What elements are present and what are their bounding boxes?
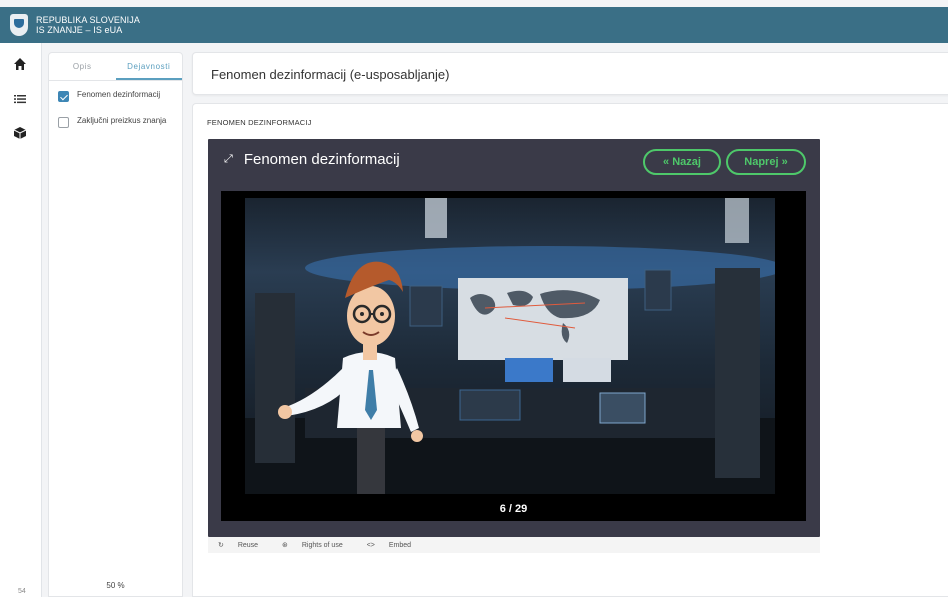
rights-link[interactable]: ⊛ Rights of use xyxy=(282,541,355,549)
list-icon[interactable] xyxy=(13,92,27,106)
tab-opis[interactable]: Opis xyxy=(49,53,116,80)
activity-label: Zaključni preizkus znanja xyxy=(77,116,167,125)
embed-link[interactable]: <> Embed xyxy=(367,542,423,549)
slide-counter: 6 / 29 xyxy=(499,503,528,515)
home-icon[interactable] xyxy=(13,57,27,71)
reuse-icon: ↻ xyxy=(218,542,226,549)
activity-checkbox-unchecked[interactable] xyxy=(58,117,69,128)
brand: REPUBLIKA SLOVENIJA IS ZNANJE – IS eUA xyxy=(36,15,140,35)
activity-item-fenomen[interactable]: Fenomen dezinformacij xyxy=(49,90,182,102)
rights-label: Rights of use xyxy=(301,542,343,549)
embed-icon: <> xyxy=(366,541,377,549)
brand-line-2: IS ZNANJE – IS eUA xyxy=(36,25,123,35)
next-button[interactable]: Naprej » xyxy=(726,149,806,175)
activity-checkbox-checked[interactable] xyxy=(58,91,69,102)
page-title-card: Fenomen dezinformacij (e-usposabljanje) xyxy=(192,52,948,95)
package-icon[interactable] xyxy=(13,126,27,140)
player-title: Fenomen dezinformacij xyxy=(243,151,400,168)
fullscreen-icon[interactable]: ⤢ xyxy=(224,153,233,166)
player-title-row: ⤢ Fenomen dezinformacij xyxy=(224,151,400,168)
section-title: FENOMEN DEZINFORMACIJ xyxy=(207,118,312,127)
slide-illustration xyxy=(245,198,775,494)
page-title: Fenomen dezinformacij (e-usposabljanje) xyxy=(211,67,450,82)
reuse-label: Reuse xyxy=(237,542,259,549)
panel-tabs: Opis Dejavnosti xyxy=(49,53,182,81)
activity-label: Fenomen dezinformacij xyxy=(77,90,161,99)
reuse-link[interactable]: ↻ Reuse xyxy=(218,541,270,549)
rights-icon: ⊛ xyxy=(282,542,290,549)
prev-button[interactable]: « Nazaj xyxy=(643,149,721,175)
slide-stage[interactable]: 6 / 29 xyxy=(221,191,806,521)
icon-rail: 54 xyxy=(0,43,42,597)
progress-percent: 50 % xyxy=(106,581,125,590)
top-header: REPUBLIKA SLOVENIJA IS ZNANJE – IS eUA xyxy=(0,7,948,43)
coat-of-arms-icon xyxy=(10,14,28,36)
presentation-player: ⤢ Fenomen dezinformacij « Nazaj Naprej » xyxy=(208,139,820,537)
activities-panel: Opis Dejavnosti Fenomen dezinformacij Za… xyxy=(48,52,183,597)
tab-dejavnosti[interactable]: Dejavnosti xyxy=(115,53,182,80)
activity-item-preizkus[interactable]: Zaključni preizkus znanja xyxy=(49,116,182,128)
player-footer: ↻ Reuse ⊛ Rights of use <> Embed xyxy=(208,537,820,553)
brand-line-1: REPUBLIKA SLOVENIJA xyxy=(36,15,140,25)
rail-footer-number: 54 xyxy=(18,588,26,595)
content-card: FENOMEN DEZINFORMACIJ ⤢ Fenomen dezinfor… xyxy=(192,103,948,597)
control-room-scene xyxy=(245,198,775,494)
embed-label: Embed xyxy=(388,541,412,549)
